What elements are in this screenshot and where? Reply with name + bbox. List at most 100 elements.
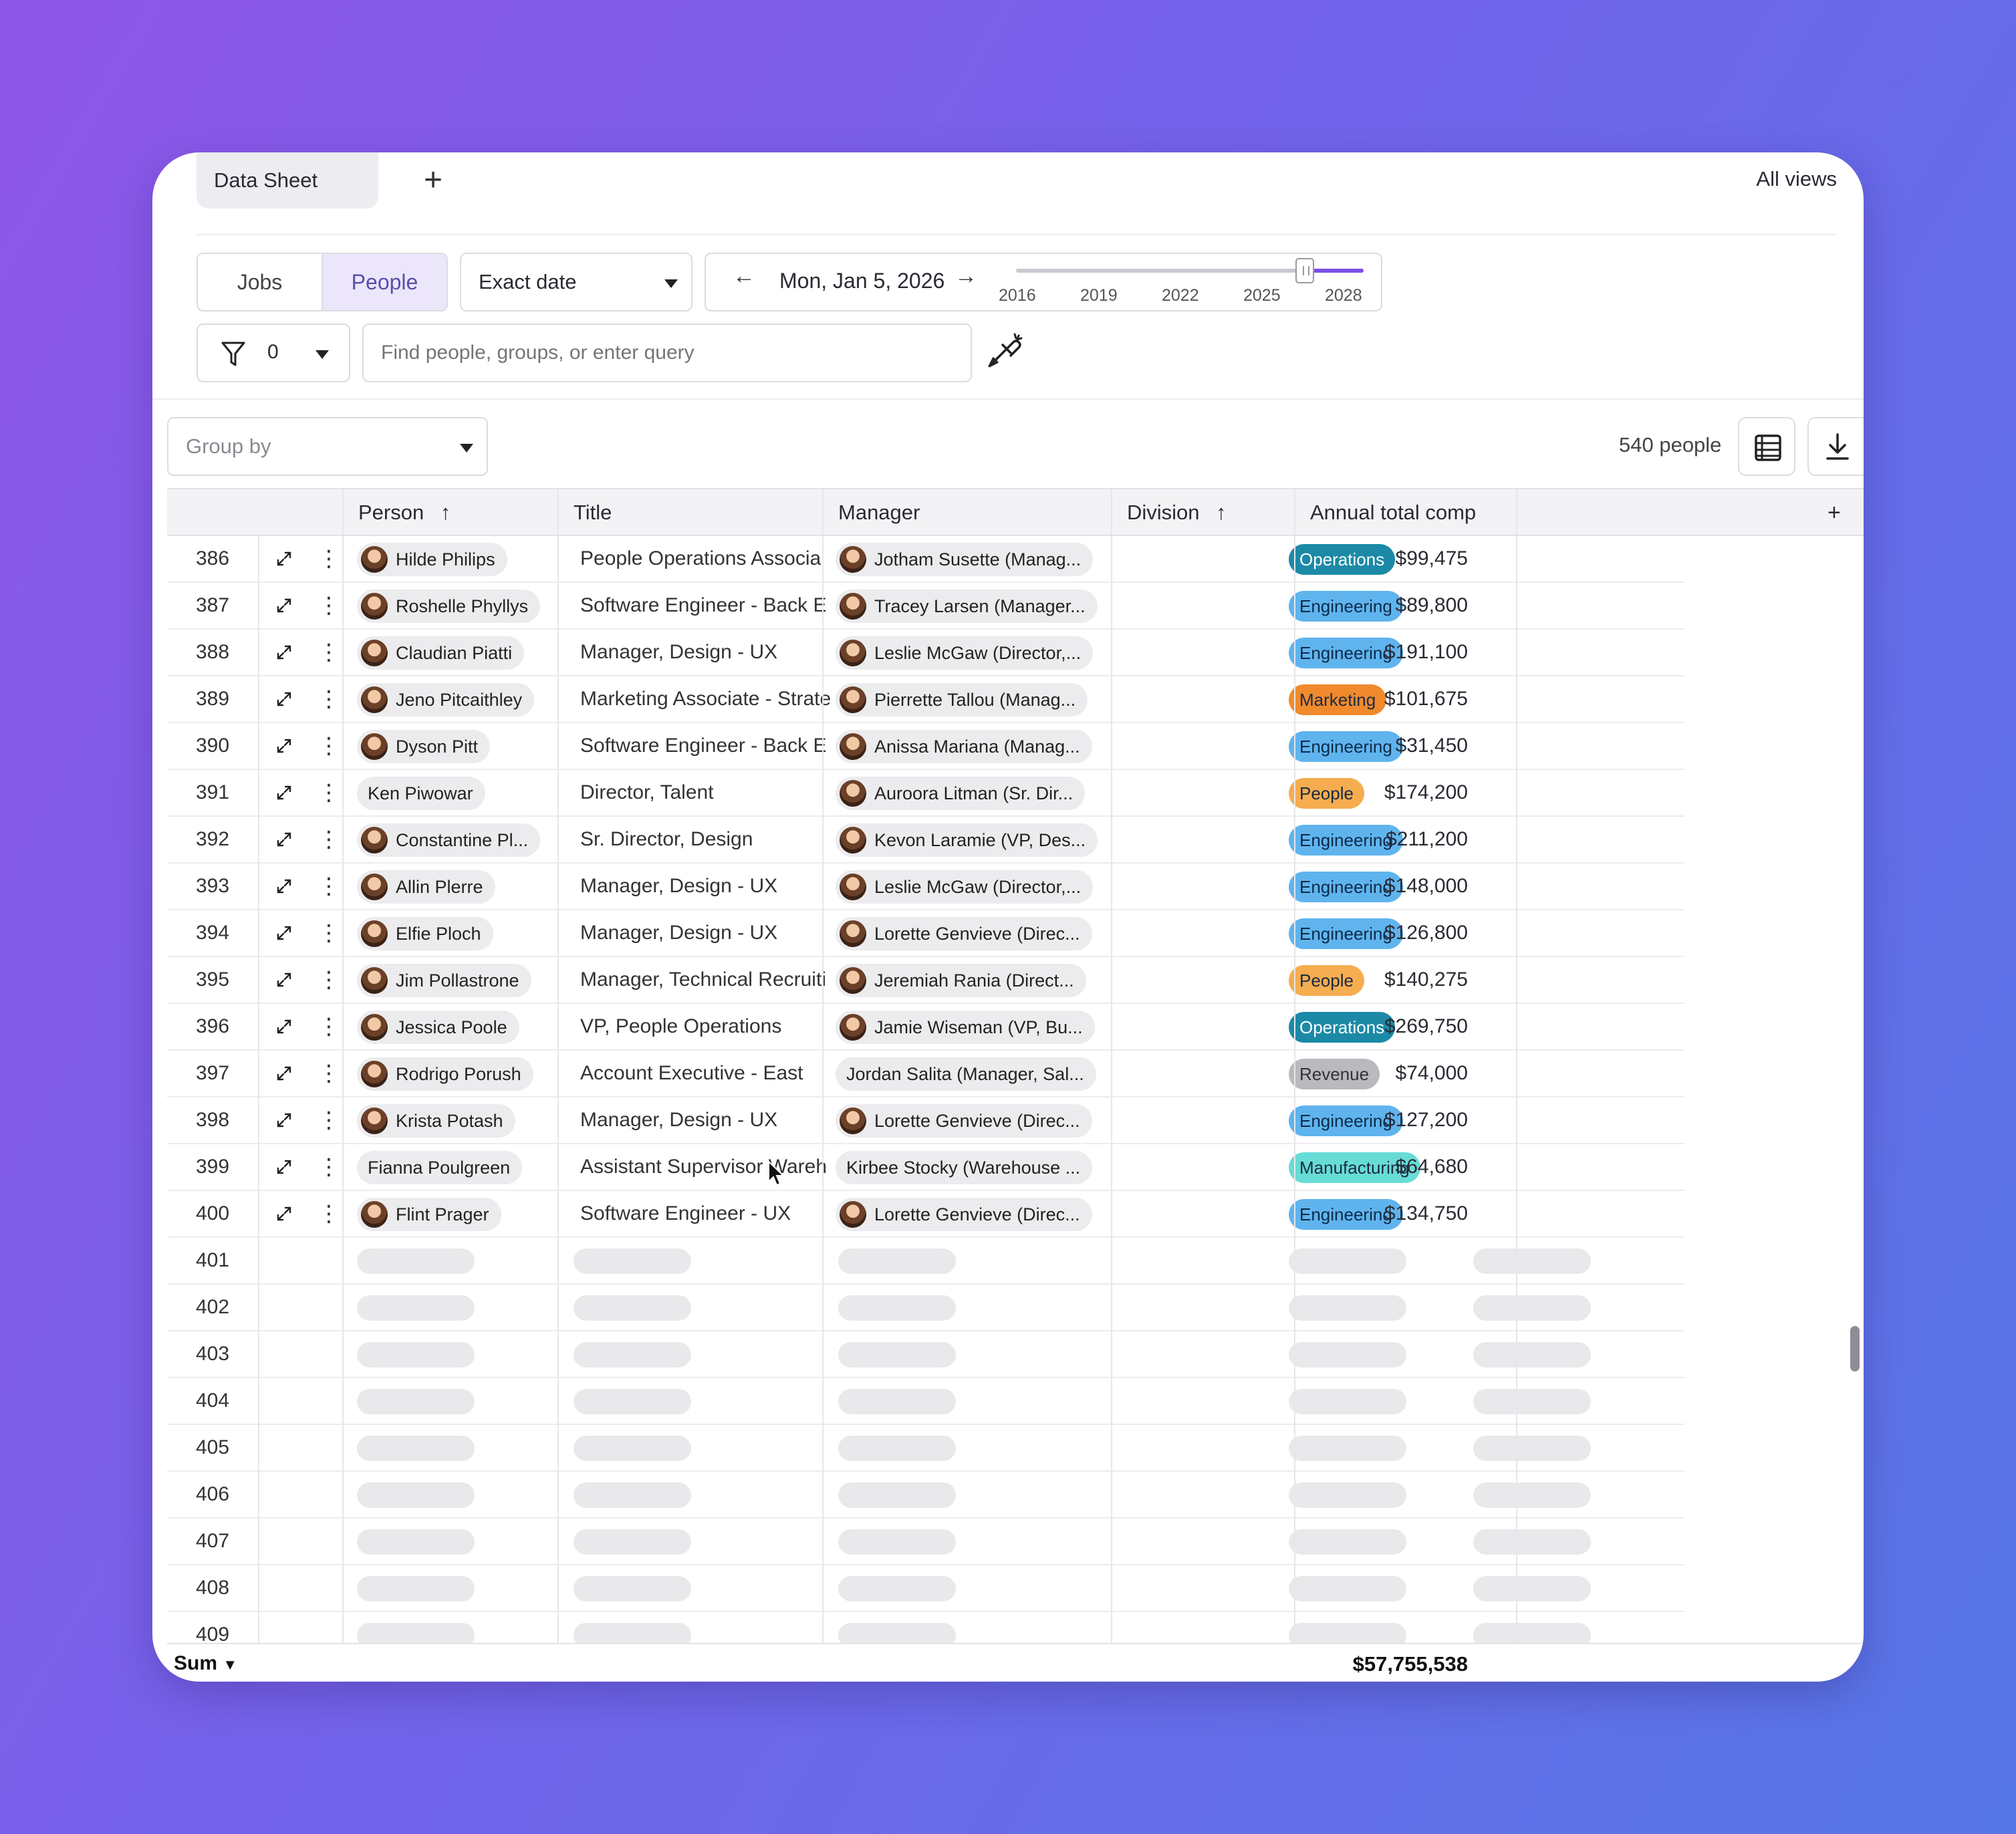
more-options-icon[interactable]: ⋮ xyxy=(316,910,342,956)
expand-icon[interactable] xyxy=(267,630,301,675)
manager-chip[interactable]: Lorette Genvieve (Direc... xyxy=(836,1198,1092,1231)
person-chip[interactable]: Rodrigo Porush xyxy=(357,1057,533,1091)
search-input[interactable] xyxy=(362,323,972,382)
tab-data-sheet[interactable]: Data Sheet xyxy=(197,152,378,209)
table-row[interactable]: 398 ⋮ Krista Potash Manager, Design - UX Lor… xyxy=(167,1097,1684,1144)
manager-chip[interactable]: Jamie Wiseman (VP, Bu... xyxy=(836,1011,1095,1044)
more-options-icon[interactable]: ⋮ xyxy=(316,770,342,815)
manager-chip[interactable]: Lorette Genvieve (Direc... xyxy=(836,1104,1092,1138)
person-chip[interactable]: Roshelle Phyllys xyxy=(357,590,541,623)
table-row[interactable]: 388 ⋮ Claudian Piatti Manager, Design - UX L… xyxy=(167,630,1684,676)
person-chip[interactable]: Jim Pollastrone xyxy=(357,964,531,997)
more-options-icon[interactable]: ⋮ xyxy=(316,676,342,722)
expand-icon[interactable] xyxy=(267,1144,301,1190)
more-options-icon[interactable]: ⋮ xyxy=(316,1191,342,1236)
manager-chip[interactable]: Leslie McGaw (Director,... xyxy=(836,636,1094,670)
manager-chip[interactable]: Pierrette Tallou (Manag... xyxy=(836,683,1088,716)
more-options-icon[interactable]: ⋮ xyxy=(316,1004,342,1049)
person-chip[interactable]: Ken Piwowar xyxy=(357,777,485,810)
timeline-slider[interactable] xyxy=(1016,258,1364,283)
table-row[interactable]: 392 ⋮ Constantine Pl... Sr. Director, Desig… xyxy=(167,817,1684,864)
person-chip[interactable]: Claudian Piatti xyxy=(357,636,525,670)
more-options-icon[interactable]: ⋮ xyxy=(316,1097,342,1143)
all-views-link[interactable]: All views xyxy=(1756,167,1837,191)
expand-icon[interactable] xyxy=(267,1051,301,1096)
expand-icon[interactable] xyxy=(267,723,301,769)
table-row[interactable]: 387 ⋮ Roshelle Phyllys Software Engineer - … xyxy=(167,583,1684,630)
timeline-handle[interactable] xyxy=(1295,258,1314,283)
person-chip[interactable]: Elfie Ploch xyxy=(357,917,493,950)
person-chip[interactable]: Hilde Philips xyxy=(357,543,507,576)
aggregate-select[interactable]: Sum ▼ xyxy=(174,1652,237,1675)
column-header-title[interactable]: Title xyxy=(557,489,612,536)
expand-icon[interactable] xyxy=(267,770,301,815)
column-header-person[interactable]: Person ↑ xyxy=(342,489,451,536)
more-options-icon[interactable]: ⋮ xyxy=(316,1051,342,1096)
manager-chip[interactable]: Jordan Salita (Manager, Sal... xyxy=(836,1057,1096,1091)
manager-chip[interactable]: Tracey Larsen (Manager... xyxy=(836,590,1098,623)
sort-ascending-icon[interactable]: ↑ xyxy=(440,501,451,524)
mode-jobs-button[interactable]: Jobs xyxy=(198,254,322,310)
more-options-icon[interactable]: ⋮ xyxy=(316,536,342,581)
table-row[interactable]: 400 ⋮ Flint Prager Software Engineer - UX Lo… xyxy=(167,1191,1684,1238)
download-button[interactable] xyxy=(1807,417,1864,476)
expand-icon[interactable] xyxy=(267,583,301,628)
more-options-icon[interactable]: ⋮ xyxy=(316,957,342,1003)
manager-chip[interactable]: Leslie McGaw (Director,... xyxy=(836,870,1094,904)
sort-ascending-icon[interactable]: ↑ xyxy=(1216,501,1227,524)
more-options-icon[interactable]: ⋮ xyxy=(316,1144,342,1190)
current-date[interactable]: Mon, Jan 5, 2026 xyxy=(779,269,944,293)
expand-icon[interactable] xyxy=(267,864,301,909)
table-row[interactable]: 395 ⋮ Jim Pollastrone Manager, Technical Re… xyxy=(167,957,1684,1004)
expand-icon[interactable] xyxy=(267,1004,301,1049)
person-chip[interactable]: Jessica Poole xyxy=(357,1011,519,1044)
manager-chip[interactable]: Lorette Genvieve (Direc... xyxy=(836,917,1092,950)
person-chip[interactable]: Krista Potash xyxy=(357,1104,515,1138)
table-view-button[interactable] xyxy=(1738,417,1795,476)
next-date-arrow-icon[interactable]: → xyxy=(955,263,977,289)
table-row[interactable]: 397 ⋮ Rodrigo Porush Account Executive - Ea… xyxy=(167,1051,1684,1097)
more-options-icon[interactable]: ⋮ xyxy=(316,630,342,675)
table-row[interactable]: 389 ⋮ Jeno Pitcaithley Marketing Associate … xyxy=(167,676,1684,723)
prev-date-arrow-icon[interactable]: ← xyxy=(733,263,755,289)
manager-chip[interactable]: Anissa Mariana (Manag... xyxy=(836,730,1092,763)
mode-people-button[interactable]: People xyxy=(322,254,447,310)
column-header-manager[interactable]: Manager xyxy=(822,489,920,536)
manager-chip[interactable]: Auroora Litman (Sr. Dir... xyxy=(836,777,1086,810)
table-row[interactable]: 399 ⋮ Fianna Poulgreen Assistant Supervisor… xyxy=(167,1144,1684,1191)
expand-icon[interactable] xyxy=(267,957,301,1003)
table-row[interactable]: 391 ⋮ Ken Piwowar Director, Talent Auroora L… xyxy=(167,770,1684,817)
more-options-icon[interactable]: ⋮ xyxy=(316,864,342,909)
person-chip[interactable]: Jeno Pitcaithley xyxy=(357,683,535,716)
add-tab-button[interactable]: + xyxy=(413,160,453,201)
person-chip[interactable]: Constantine Pl... xyxy=(357,823,541,857)
manager-chip[interactable]: Jeremiah Rania (Direct... xyxy=(836,964,1086,997)
group-by-select[interactable]: Group by xyxy=(167,417,488,476)
table-row[interactable]: 386 ⋮ Hilde Philips People Operations Assoc… xyxy=(167,536,1684,583)
column-header-division[interactable]: Division ↑ xyxy=(1111,489,1227,536)
person-chip[interactable]: Flint Prager xyxy=(357,1198,501,1231)
expand-icon[interactable] xyxy=(267,817,301,862)
more-options-icon[interactable]: ⋮ xyxy=(316,817,342,862)
manager-chip[interactable]: Kevon Laramie (VP, Des... xyxy=(836,823,1098,857)
table-row[interactable]: 394 ⋮ Elfie Ploch Manager, Design - UX Loret… xyxy=(167,910,1684,957)
person-chip[interactable]: Dyson Pitt xyxy=(357,730,491,763)
expand-icon[interactable] xyxy=(267,536,301,581)
date-type-select[interactable]: Exact date xyxy=(460,253,692,311)
magic-wand-icon[interactable] xyxy=(984,332,1024,372)
expand-icon[interactable] xyxy=(267,910,301,956)
table-row[interactable]: 393 ⋮ Allin Plerre Manager, Design - UX Lesl… xyxy=(167,864,1684,910)
expand-icon[interactable] xyxy=(267,1191,301,1236)
manager-chip[interactable]: Kirbee Stocky (Warehouse ... xyxy=(836,1151,1093,1184)
table-row[interactable]: 396 ⋮ Jessica Poole VP, People Operations Ja… xyxy=(167,1004,1684,1051)
vertical-scrollbar[interactable] xyxy=(1850,1326,1860,1371)
table-row[interactable]: 390 ⋮ Dyson Pitt Software Engineer - Back E… xyxy=(167,723,1684,770)
more-options-icon[interactable]: ⋮ xyxy=(316,723,342,769)
column-header-comp[interactable]: Annual total comp xyxy=(1294,489,1476,536)
filter-button[interactable]: 0 xyxy=(197,323,350,382)
expand-icon[interactable] xyxy=(267,676,301,722)
person-chip[interactable]: Allin Plerre xyxy=(357,870,495,904)
more-options-icon[interactable]: ⋮ xyxy=(316,583,342,628)
add-column-button[interactable]: + xyxy=(1811,489,1841,536)
expand-icon[interactable] xyxy=(267,1097,301,1143)
